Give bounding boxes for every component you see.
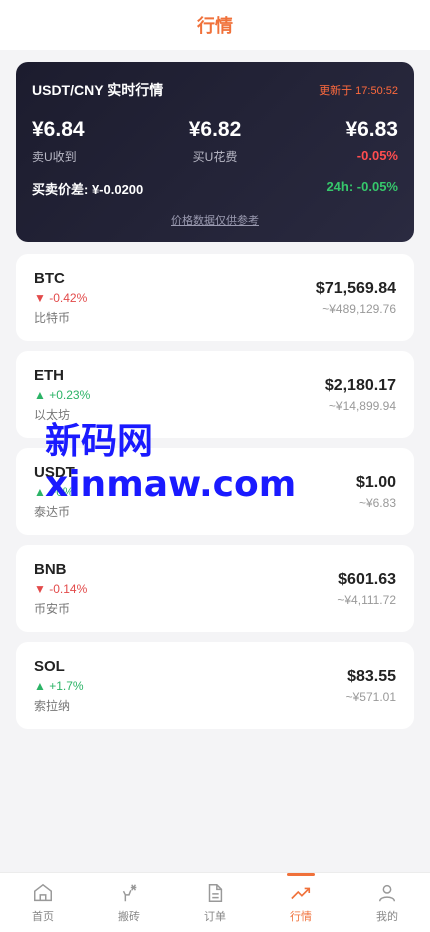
bottom-tab-bar: 首页 搬砖 订单 行情 我的 bbox=[0, 872, 430, 932]
tab-arbitrage[interactable]: 搬砖 bbox=[86, 882, 172, 924]
tab-home[interactable]: 首页 bbox=[0, 882, 86, 924]
tab-label: 我的 bbox=[376, 910, 398, 923]
coin-change: ▼ -0.42% bbox=[34, 290, 88, 305]
coin-cny-price: ~¥4,111.72 bbox=[337, 592, 396, 607]
trend-icon bbox=[291, 887, 311, 899]
buy-rate-label: 买U花费 bbox=[192, 150, 238, 164]
page-title: 行情 bbox=[197, 16, 233, 36]
coin-symbol: SOL bbox=[34, 657, 65, 675]
user-icon bbox=[378, 884, 396, 901]
bitcoin-hand-icon bbox=[122, 883, 137, 901]
mid-rate-value: ¥6.83 bbox=[345, 118, 398, 141]
tab-label: 行情 bbox=[290, 910, 312, 923]
active-tab-indicator bbox=[287, 872, 315, 876]
coin-change: ▲ +1.7% bbox=[34, 678, 84, 693]
coin-cny-price: ~¥489,129.76 bbox=[322, 301, 396, 316]
mid-rate: ¥6.83 -0.05% bbox=[345, 118, 398, 165]
coin-card-btc[interactable]: BTC ▼ -0.42% 比特币 $71,569.84 ~¥489,129.76 bbox=[16, 254, 414, 341]
sell-rate-value: ¥6.84 bbox=[32, 118, 85, 141]
tab-profile[interactable]: 我的 bbox=[344, 882, 430, 924]
tab-label: 订单 bbox=[204, 910, 226, 923]
coin-name: 币安币 bbox=[34, 601, 71, 616]
tab-label: 搬砖 bbox=[118, 910, 140, 923]
coin-cny-price: ~¥571.01 bbox=[345, 689, 396, 704]
card-title: USDT/CNY 实时行情 bbox=[32, 82, 164, 98]
tab-label: 首页 bbox=[32, 910, 54, 923]
mid-rate-change: -0.05% bbox=[356, 148, 398, 163]
disclaimer-link[interactable]: 价格数据仅供参考 bbox=[32, 212, 398, 228]
watermark-text: 新码网xinmaw.com bbox=[45, 421, 297, 505]
buy-rate: ¥6.82 买U花费 bbox=[189, 118, 242, 165]
tab-market[interactable]: 行情 bbox=[258, 872, 344, 924]
change-24h: 24h: -0.05% bbox=[326, 179, 398, 194]
coin-price: $71,569.84 bbox=[315, 279, 396, 297]
coin-card-bnb[interactable]: BNB ▼ -0.14% 币安币 $601.63 ~¥4,111.72 bbox=[16, 545, 414, 632]
coin-cny-price: ~¥14,899.94 bbox=[328, 398, 396, 413]
coin-price: $83.55 bbox=[347, 667, 396, 685]
header-bar: 行情 bbox=[0, 0, 430, 50]
coin-card-sol[interactable]: SOL ▲ +1.7% 索拉纳 $83.55 ~¥571.01 bbox=[16, 642, 414, 729]
update-time: 更新于 17:50:52 bbox=[319, 85, 398, 97]
coin-name: 索拉纳 bbox=[34, 698, 71, 713]
coin-symbol: BTC bbox=[34, 269, 65, 287]
coin-name: 泰达币 bbox=[34, 504, 71, 519]
sell-rate-label: 卖U收到 bbox=[32, 150, 77, 164]
coin-change: ▼ -0.14% bbox=[34, 581, 88, 596]
tab-orders[interactable]: 订单 bbox=[172, 882, 258, 924]
home-icon bbox=[34, 883, 52, 901]
coin-symbol: BNB bbox=[34, 560, 67, 578]
sell-rate: ¥6.84 卖U收到 bbox=[32, 118, 85, 165]
usdt-cny-card: USDT/CNY 实时行情 更新于 17:50:52 ¥6.84 卖U收到 ¥6… bbox=[16, 62, 414, 242]
buy-rate-value: ¥6.82 bbox=[188, 118, 242, 141]
spread-text: 买卖价差: ¥-0.0200 bbox=[32, 182, 144, 197]
document-icon bbox=[208, 883, 223, 902]
coin-symbol: ETH bbox=[34, 366, 64, 384]
coin-name: 比特币 bbox=[34, 310, 71, 325]
coin-price: $2,180.17 bbox=[324, 376, 396, 394]
coin-price: $601.63 bbox=[338, 570, 396, 588]
coin-change: ▲ +0.23% bbox=[34, 387, 91, 402]
